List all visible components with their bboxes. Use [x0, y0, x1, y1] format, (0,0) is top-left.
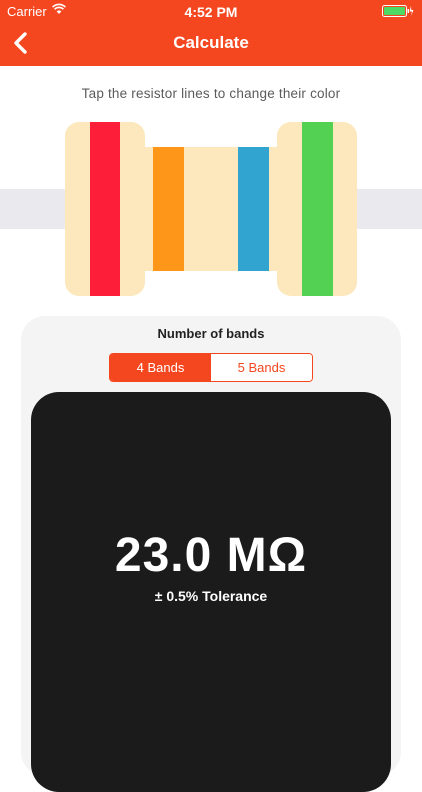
bands-label: Number of bands	[157, 326, 265, 341]
segment-5-bands[interactable]: 5 Bands	[211, 354, 312, 381]
resistor-band-2[interactable]	[153, 147, 184, 271]
resistor-band-4[interactable]	[302, 122, 333, 296]
status-time: 4:52 PM	[184, 4, 238, 20]
page-title: Calculate	[173, 33, 249, 52]
nav-header: Carrier 4:52 PM Calculate	[0, 0, 422, 66]
resistor-band-1[interactable]	[90, 122, 120, 296]
battery-icon	[382, 5, 414, 17]
instruction-text: Tap the resistor lines to change their c…	[81, 86, 341, 101]
bands-segmented-control: 4 Bands 5 Bands	[109, 353, 313, 382]
segment-4-bands[interactable]: 4 Bands	[110, 354, 211, 381]
resistance-value: 23.0 MΩ	[114, 529, 308, 582]
tolerance-value: ± 0.5% Tolerance	[154, 588, 268, 604]
resistor-band-3[interactable]	[238, 147, 269, 271]
status-bar: Carrier 4:52 PM	[0, 0, 422, 22]
